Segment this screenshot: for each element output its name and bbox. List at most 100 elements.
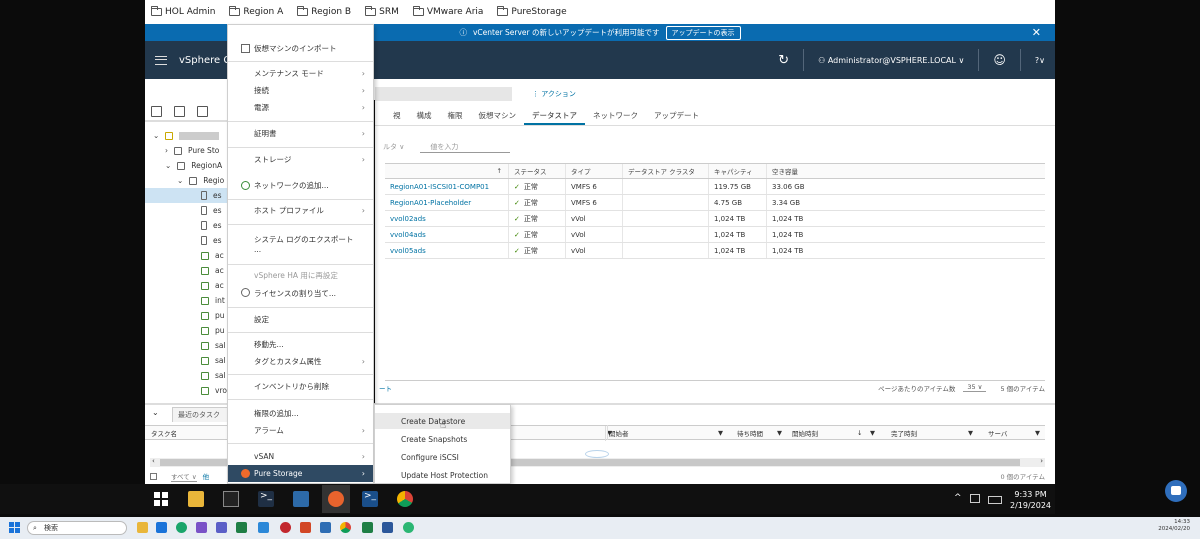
menu-item-assign-license[interactable]: ライセンスの割り当て... xyxy=(228,285,373,301)
chrome-icon[interactable] xyxy=(397,491,413,507)
host-teams-icon[interactable] xyxy=(216,522,227,533)
host-edge-icon[interactable] xyxy=(176,522,187,533)
column-start-time[interactable]: 開始時刻 xyxy=(792,428,818,438)
tray-chevron-up-icon[interactable]: ^ xyxy=(954,493,962,503)
menu-item-maintenance-mode[interactable]: メンテナンス モード › xyxy=(228,65,373,82)
datastore-link[interactable]: RegionA01-ISCSI01-COMP01 xyxy=(390,183,489,191)
column-capacity[interactable]: キャパシティ xyxy=(709,164,767,178)
column-status[interactable]: ステータス xyxy=(509,164,566,178)
column-cluster[interactable]: データストア クラスタ xyxy=(623,164,709,178)
datastore-link[interactable]: RegionA01-Placeholder xyxy=(390,199,471,207)
bookmark-purestorage[interactable]: PureStorage xyxy=(497,6,567,17)
host-app-icon[interactable] xyxy=(236,522,247,533)
host-app-icon[interactable] xyxy=(280,522,291,533)
terminal-icon[interactable] xyxy=(223,491,239,507)
host-powerpoint-icon[interactable] xyxy=(300,522,311,533)
tree-item[interactable]: pu xyxy=(145,308,231,323)
filter-icon[interactable]: ▼ xyxy=(777,429,782,437)
view-updates-button[interactable]: アップデートの表示 xyxy=(665,25,741,40)
host-chrome-icon[interactable] xyxy=(340,522,351,533)
tree-item[interactable]: ac xyxy=(145,248,231,263)
tab-networks[interactable]: ネットワーク xyxy=(585,106,646,125)
help-menu[interactable]: ?∨ xyxy=(1035,56,1045,65)
bookmark-region-b[interactable]: Region B xyxy=(297,6,351,17)
filter-icon[interactable]: ▼ xyxy=(718,429,723,437)
refresh-icon[interactable]: ↻ xyxy=(778,53,789,68)
vms-templates-icon[interactable] xyxy=(174,106,185,117)
filter-icon[interactable]: ▼ xyxy=(968,429,973,437)
column-queued[interactable]: 待ち時間 xyxy=(737,428,763,438)
export-link[interactable]: ート xyxy=(379,383,392,393)
menu-item-create-snapshots[interactable]: Create Snapshots xyxy=(375,431,510,447)
sort-column[interactable]: ↑ xyxy=(385,164,509,178)
column-free[interactable]: 空き容量 xyxy=(767,164,1045,178)
column-initiator[interactable]: 開始者 xyxy=(605,428,629,438)
network-tray-icon[interactable] xyxy=(970,494,980,503)
keyboard-tray-icon[interactable] xyxy=(988,496,1002,504)
tree-root[interactable]: ⌄ xyxy=(145,128,231,143)
menu-item-settings[interactable]: 設定 xyxy=(228,311,373,327)
host-start-icon[interactable] xyxy=(9,522,20,535)
tasks-filter-select[interactable]: すべて ∨ xyxy=(171,471,197,482)
more-tasks-link[interactable]: 他 xyxy=(203,471,210,481)
recent-tasks-tab[interactable]: 最近のタスク xyxy=(172,407,232,422)
collapse-chevron-icon[interactable]: ⌄ xyxy=(152,408,159,417)
datastore-link[interactable]: vvol04ads xyxy=(390,231,426,239)
tree-item[interactable]: ac xyxy=(145,263,231,278)
filter-dropdown[interactable]: ルタ ∨ xyxy=(383,142,404,153)
menu-item-move-to[interactable]: 移動先... xyxy=(228,336,373,352)
host-app-icon[interactable] xyxy=(403,522,414,533)
menu-item-certificates[interactable]: 証明書 › xyxy=(228,125,373,142)
close-icon[interactable]: ✕ xyxy=(1032,26,1041,39)
storage-icon[interactable] xyxy=(197,106,208,117)
tab-datastores[interactable]: データストア xyxy=(524,106,585,125)
tree-item[interactable]: ⌄ Regio xyxy=(145,173,231,188)
file-explorer-icon[interactable] xyxy=(188,491,204,507)
datastore-link[interactable]: vvol02ads xyxy=(390,215,426,223)
host-onenote-icon[interactable] xyxy=(196,522,207,533)
hamburger-menu-icon[interactable] xyxy=(155,55,167,65)
powershell-icon[interactable]: >_ xyxy=(258,491,274,507)
menu-item-configure-iscsi[interactable]: Configure iSCSI xyxy=(375,449,510,465)
tree-item[interactable]: pu xyxy=(145,323,231,338)
page-size-select[interactable]: 35 ∨ xyxy=(963,383,987,392)
tree-item[interactable]: sal xyxy=(145,338,231,353)
tree-item-selected-host[interactable]: es xyxy=(145,188,231,203)
menu-item-add-networking[interactable]: ネットワークの追加... xyxy=(228,177,373,194)
tree-item[interactable]: es xyxy=(145,218,231,233)
menu-item-add-permission[interactable]: 権限の追加... xyxy=(228,405,373,421)
tree-item[interactable]: ⌄ RegionA xyxy=(145,158,231,173)
filter-input[interactable]: 値を入力 xyxy=(420,142,511,153)
bookmark-vmware-aria[interactable]: VMware Aria xyxy=(412,6,483,17)
tab-permissions[interactable]: 権限 xyxy=(440,106,471,125)
host-outlook-icon[interactable] xyxy=(156,522,167,533)
tab-vms[interactable]: 仮想マシン xyxy=(471,106,525,125)
menu-item-storage[interactable]: ストレージ › xyxy=(228,151,373,168)
filter-icon[interactable]: ▼ xyxy=(1035,429,1040,437)
scroll-left-icon[interactable]: ‹ xyxy=(152,457,155,465)
table-row[interactable]: vvol02ads ✓ 正常 vVol 1,024 TB 1,024 TB xyxy=(385,211,1045,227)
firefox-icon[interactable] xyxy=(328,491,344,507)
tab-configure[interactable]: 構成 xyxy=(409,106,440,125)
table-row[interactable]: RegionA01-Placeholder ✓ 正常 VMFS 6 4.75 GB… xyxy=(385,195,1045,211)
table-row[interactable]: vvol05ads ✓ 正常 vVol 1,024 TB 1,024 TB xyxy=(385,243,1045,259)
datastore-link[interactable]: vvol05ads xyxy=(390,247,426,255)
column-task-name[interactable]: タスク名 xyxy=(151,428,177,438)
bookmark-region-a[interactable]: Region A xyxy=(229,6,283,17)
menu-item-tags-custom-attributes[interactable]: タグとカスタム属性 › xyxy=(228,353,373,369)
host-search-box[interactable]: ⌕ 検索 xyxy=(27,521,127,535)
menu-item-remove-from-inventory[interactable]: インベントリから削除 xyxy=(228,378,373,394)
host-file-explorer-icon[interactable] xyxy=(137,522,148,533)
column-server[interactable]: サーバ xyxy=(988,428,1007,438)
bookmark-hol-admin[interactable]: HOL Admin xyxy=(151,6,215,17)
host-excel-icon[interactable] xyxy=(362,522,373,533)
filter-icon[interactable]: ▼ xyxy=(870,429,875,437)
bookmark-srm[interactable]: SRM xyxy=(365,6,399,17)
menu-item-alarms[interactable]: アラーム › xyxy=(228,422,373,438)
tree-item[interactable]: es xyxy=(145,203,231,218)
menu-item-power[interactable]: 電源 › xyxy=(228,99,373,116)
tree-item[interactable]: sal xyxy=(145,368,231,383)
tree-item[interactable]: sal xyxy=(145,353,231,368)
powershell-ise-icon[interactable]: >_ xyxy=(362,491,378,507)
chat-support-button[interactable] xyxy=(1165,480,1187,502)
